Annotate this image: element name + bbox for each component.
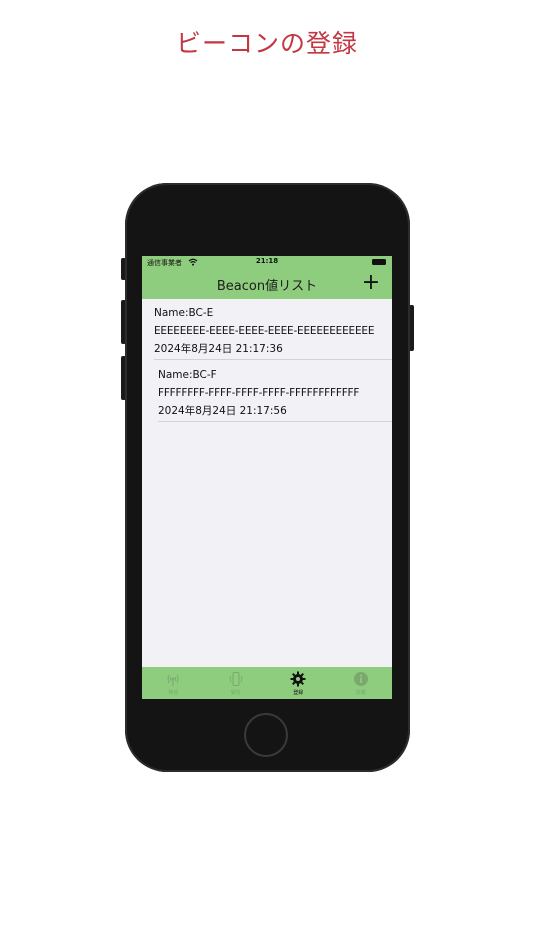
tab-send[interactable]: 発信 <box>142 667 205 699</box>
phone-vibrate-icon <box>229 672 243 686</box>
tab-receive[interactable]: 受信 <box>205 667 268 699</box>
beacon-name: Name:BC-F <box>158 369 217 381</box>
tab-label: 情報 <box>355 690 366 696</box>
tab-label: 発信 <box>168 690 179 696</box>
tab-info[interactable]: 情報 <box>330 667 393 699</box>
beacon-uuid: EEEEEEEE-EEEE-EEEE-EEEE-EEEEEEEEEEEE <box>154 325 375 337</box>
list-item[interactable]: Name:BC-E EEEEEEEE-EEEE-EEEE-EEEE-EEEEEE… <box>142 299 392 360</box>
navigation-bar: Beacon値リスト + <box>142 268 392 299</box>
home-button[interactable] <box>244 713 288 757</box>
beacon-list: Name:BC-E EEEEEEEE-EEEE-EEEE-EEEE-EEEEEE… <box>142 299 392 422</box>
promo-title: ビーコンの登録 <box>175 29 358 58</box>
beacon-date: 2024年8月24日 21:17:36 <box>154 343 283 355</box>
tab-label: 受信 <box>230 690 241 696</box>
tab-label: 登録 <box>293 690 304 696</box>
status-bar: 通信事業者 21:18 <box>142 256 392 268</box>
battery-icon <box>372 259 386 265</box>
antenna-icon <box>167 674 179 686</box>
beacon-date: 2024年8月24日 21:17:56 <box>158 405 287 417</box>
tab-register[interactable]: 登録 <box>267 667 330 699</box>
beacon-uuid: FFFFFFFF-FFFF-FFFF-FFFF-FFFFFFFFFFFF <box>158 387 360 399</box>
info-icon <box>353 672 368 686</box>
status-time: 21:18 <box>255 257 279 265</box>
gear-icon <box>290 671 306 687</box>
row-separator <box>158 421 392 422</box>
app-screen: 通信事業者 21:18 Beacon値リスト + Name:BC-E EEEEE… <box>142 256 392 699</box>
add-beacon-button[interactable]: + <box>360 270 382 296</box>
nav-title: Beacon値リスト <box>216 279 318 294</box>
beacon-name: Name:BC-E <box>154 307 214 319</box>
tab-bar: 発信 受信 登録 情報 <box>142 667 392 699</box>
list-item[interactable]: Name:BC-F FFFFFFFF-FFFF-FFFF-FFFF-FFFFFF… <box>142 360 392 422</box>
